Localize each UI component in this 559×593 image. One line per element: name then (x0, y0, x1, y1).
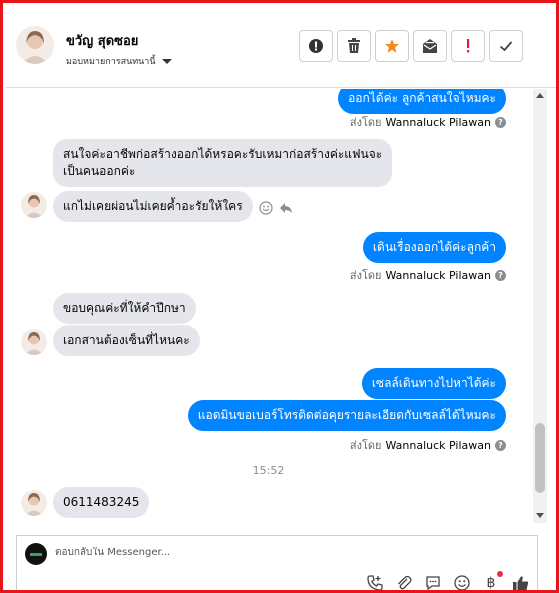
help-icon[interactable]: ? (495, 269, 506, 281)
reply-arrow-icon[interactable] (279, 200, 293, 219)
scroll-up-icon[interactable] (536, 93, 544, 98)
incoming-message[interactable]: ขอบคุณค่ะที่ให้คำปึกษา (53, 293, 196, 324)
incoming-message[interactable]: เอกสานต้องเซ็นที่ไหนคะ (53, 325, 200, 356)
help-icon[interactable]: ? (495, 116, 506, 128)
call-icon (367, 575, 383, 590)
outgoing-message[interactable]: ออกได้ค่ะ ลูกค้าสนใจไหมคะ (338, 89, 506, 114)
message-timestamp: 15:52 (252, 464, 285, 477)
composer-tools: ฿ (366, 571, 529, 591)
follow-up-icon (467, 39, 470, 53)
sent-by-label: ส่งโดย Wannaluck Pilawan? (350, 436, 506, 454)
help-icon[interactable]: ? (495, 439, 506, 451)
caret-down-icon (161, 58, 172, 64)
reply-composer: ฿ (16, 535, 538, 591)
notification-dot (497, 571, 503, 577)
done-icon (499, 41, 513, 52)
thread-scrollbar[interactable] (533, 89, 547, 523)
saved-reply-button[interactable] (424, 574, 442, 590)
sent-by-label: ส่งโดย Wannaluck Pilawan? (350, 113, 506, 131)
conversation-window: ขวัญ สุดซอย มอบหมายการสนทนานี้ ออกได้ค่ะ… (0, 0, 559, 593)
assign-conversation-dropdown[interactable]: มอบหมายการสนทนานี้ (66, 54, 172, 68)
scrollbar-thumb[interactable] (535, 423, 545, 493)
mark-unread-icon (423, 39, 437, 53)
contact-avatar-small (21, 329, 47, 355)
assign-label: มอบหมายการสนทนานี้ (66, 57, 156, 67)
message-thread[interactable]: ออกได้ค่ะ ลูกค้าสนใจไหมคะ ส่งโดย Wannaluc… (6, 89, 531, 523)
like-button[interactable] (511, 574, 529, 590)
outgoing-message[interactable]: เซลล์เดินทางไปหาได้ค่ะ (361, 368, 506, 399)
contact-avatar[interactable] (16, 26, 54, 64)
contact-name: ขวัญ สุดซอย (66, 34, 139, 49)
star-button[interactable] (375, 30, 409, 62)
incoming-message[interactable]: แกไม่เคยผ่อนไม่เคยค้ำอะรัยให้ใคร (53, 191, 253, 222)
incoming-message[interactable]: 0611483245 (53, 487, 150, 518)
attachment-icon (398, 575, 412, 590)
contact-avatar-small (21, 490, 47, 516)
spam-icon (309, 39, 323, 53)
outgoing-message[interactable]: แอดมินขอเบอร์โทรติดต่อคุยรายละเอียดกับเซ… (187, 400, 506, 431)
like-icon (512, 575, 528, 590)
contact-avatar-small (21, 192, 47, 218)
outgoing-message[interactable]: เดินเรื่องออกได้ค่ะลูกค้า (362, 232, 506, 263)
star-icon (385, 39, 399, 53)
incoming-message[interactable]: สนใจค่ะอาชีพก่อสร้างออกได้หรอคะรับเหมาก่… (53, 139, 393, 187)
trash-icon (348, 38, 360, 53)
emoji-icon (454, 575, 470, 590)
mark-spam-button[interactable] (299, 30, 333, 62)
mark-done-button[interactable] (489, 30, 523, 62)
delete-button[interactable] (337, 30, 371, 62)
scroll-down-icon[interactable] (536, 513, 544, 518)
emoji-button[interactable] (453, 574, 471, 590)
mark-unread-button[interactable] (413, 30, 447, 62)
saved-reply-icon (426, 576, 440, 590)
page-logo-icon (25, 543, 47, 565)
payment-icon: ฿ (486, 575, 496, 591)
follow-up-button[interactable] (451, 30, 485, 62)
call-button[interactable] (366, 574, 384, 590)
attach-button[interactable] (395, 574, 413, 590)
payment-button[interactable]: ฿ (482, 571, 503, 591)
conversation-header: ขวัญ สุดซอย มอบหมายการสนทนานี้ (6, 6, 556, 88)
sent-by-label: ส่งโดย Wannaluck Pilawan? (350, 266, 506, 284)
react-emoji-icon[interactable] (259, 200, 273, 219)
reply-input[interactable] (55, 547, 355, 558)
conversation-actions (299, 30, 523, 62)
